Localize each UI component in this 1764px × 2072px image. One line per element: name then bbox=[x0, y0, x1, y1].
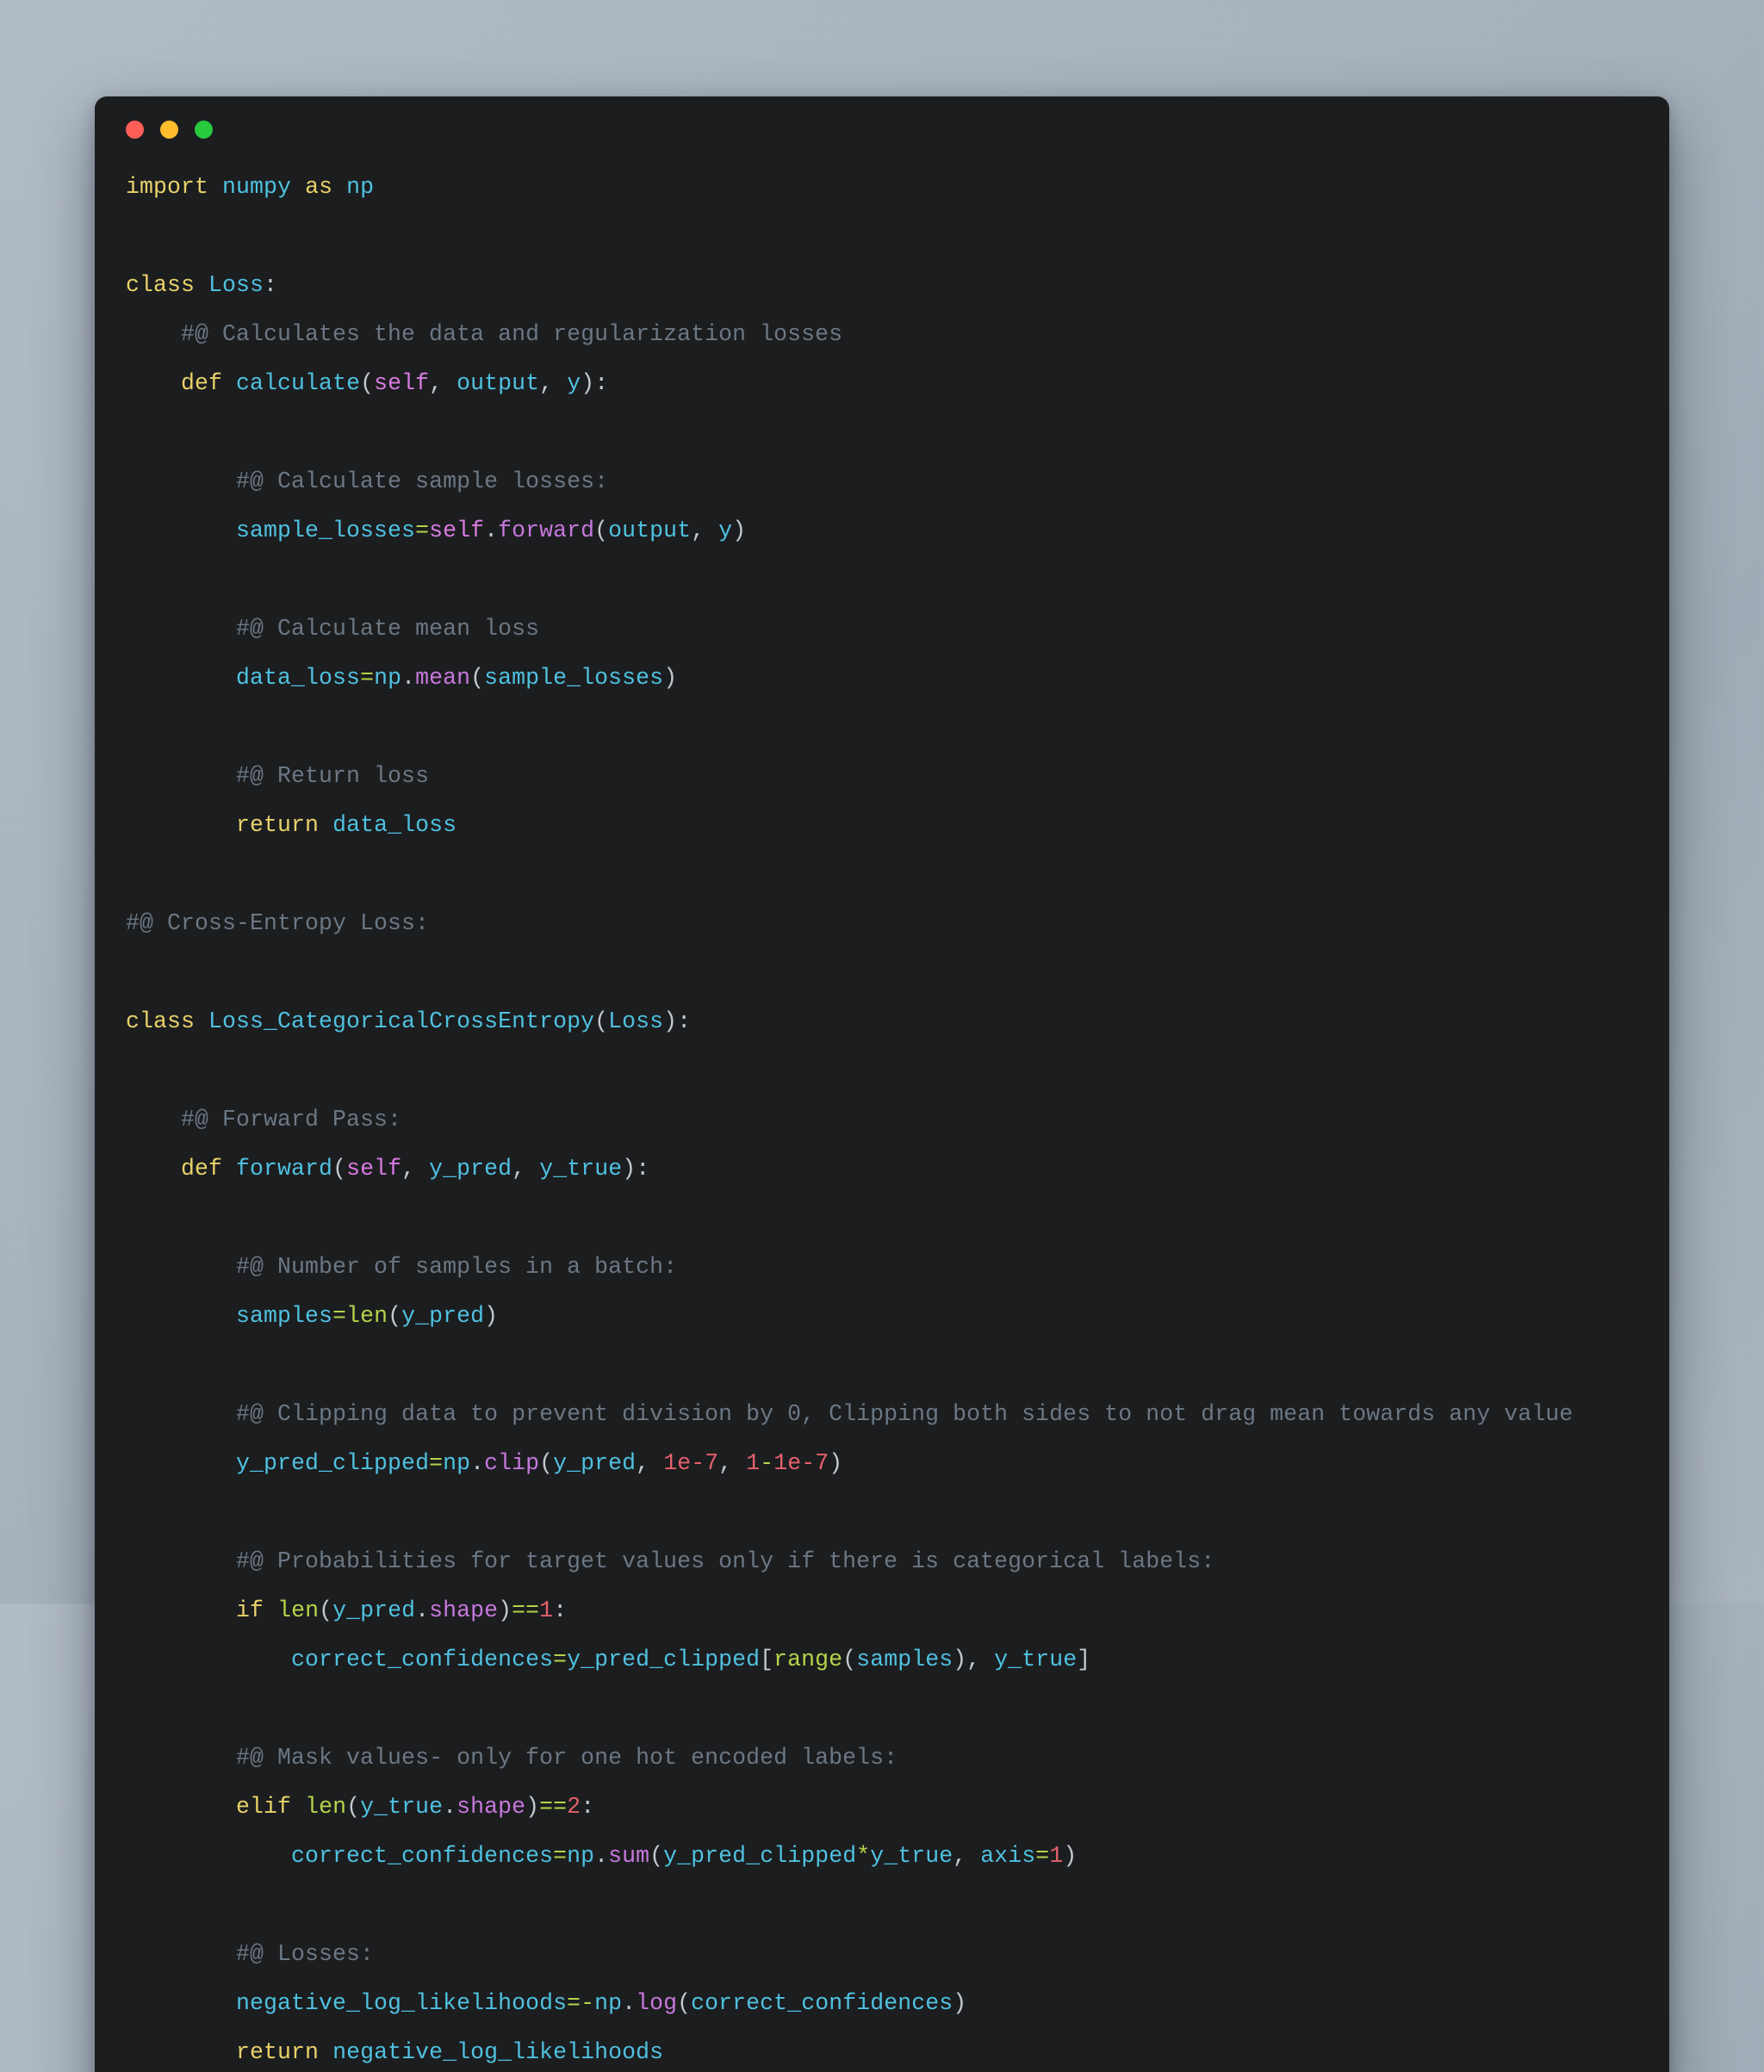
close-window-button[interactable] bbox=[126, 120, 144, 139]
minimize-window-button[interactable] bbox=[160, 120, 178, 139]
screenshot-stage: import numpy as np class Loss: #@ Calcul… bbox=[0, 0, 1764, 2072]
code-window: import numpy as np class Loss: #@ Calcul… bbox=[95, 96, 1669, 2072]
window-titlebar bbox=[95, 96, 1669, 162]
code-block[interactable]: import numpy as np class Loss: #@ Calcul… bbox=[95, 162, 1669, 2072]
python-source: import numpy as np class Loss: #@ Calcul… bbox=[126, 174, 1574, 2065]
maximize-window-button[interactable] bbox=[195, 120, 213, 139]
